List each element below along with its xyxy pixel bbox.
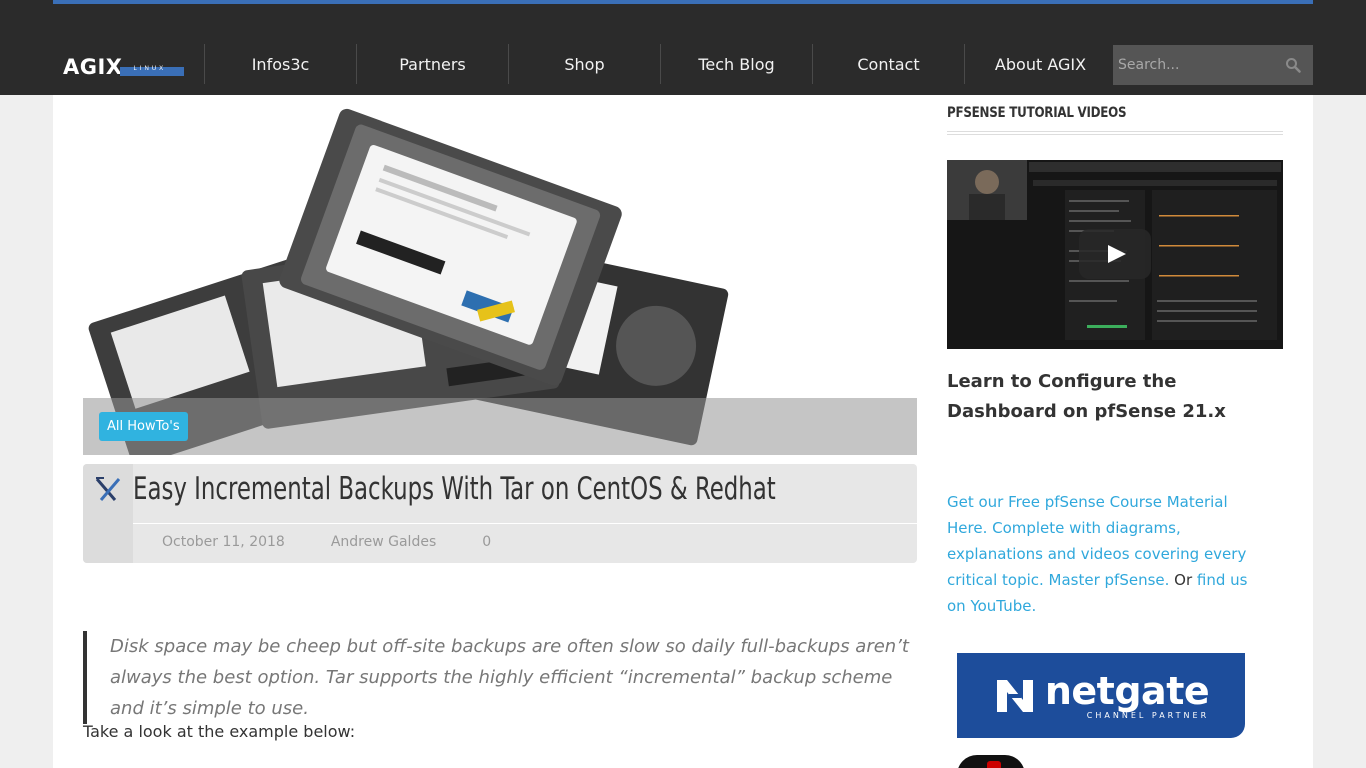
- post-author[interactable]: Andrew Galdes: [331, 534, 436, 550]
- sidebar-heading-rule: [947, 131, 1283, 135]
- search-input[interactable]: [1113, 45, 1273, 85]
- post-meta: October 11, 2018 Andrew Galdes 0: [162, 534, 491, 550]
- redhat-logo-icon[interactable]: [957, 755, 1025, 768]
- netgate-logo: netgate CHANNEL PARTNER: [993, 668, 1210, 720]
- nav-item-tech-blog[interactable]: Tech Blog: [660, 44, 812, 84]
- nav-item-infos3c[interactable]: Infos3c: [204, 44, 356, 84]
- post-title: Easy Incremental Backups With Tar on Cen…: [133, 471, 776, 507]
- featured-image: All HowTo's: [83, 95, 917, 455]
- video-embed[interactable]: [947, 160, 1283, 349]
- logo-text: AGIX: [63, 55, 123, 79]
- image-caption-band: All HowTo's: [83, 398, 917, 455]
- post-format-icon: [95, 477, 121, 501]
- header-accent-line: [53, 0, 1313, 4]
- site-header: AGIX LINUX Infos3c Partners Shop Tech Bl…: [0, 0, 1366, 95]
- article-body-intro: Take a look at the example below:: [83, 722, 356, 741]
- nav-item-about-agix[interactable]: About AGIX: [964, 44, 1116, 84]
- site-logo[interactable]: AGIX LINUX: [63, 55, 184, 79]
- post-date[interactable]: October 11, 2018: [162, 534, 285, 550]
- nav-item-partners[interactable]: Partners: [356, 44, 508, 84]
- post-header: Easy Incremental Backups With Tar on Cen…: [83, 464, 917, 563]
- logo-sub-text: LINUX: [133, 65, 167, 72]
- nav-item-shop[interactable]: Shop: [508, 44, 660, 84]
- video-play-button[interactable]: [1079, 229, 1151, 279]
- title-divider: [133, 523, 917, 524]
- video-title: Learn to Configure the Dashboard on pfSe…: [947, 371, 1226, 422]
- search-icon[interactable]: [1285, 57, 1301, 73]
- sidebar-course-text: Get our Free pfSense Course Material Her…: [947, 489, 1267, 619]
- or-connector: Or: [1169, 571, 1197, 589]
- article-quote: Disk space may be cheep but off-site bac…: [83, 631, 917, 724]
- nav-item-contact[interactable]: Contact: [812, 44, 964, 84]
- post-comments-count[interactable]: 0: [482, 534, 491, 550]
- netgate-wordmark: netgate: [1044, 668, 1210, 713]
- search-box: [1113, 45, 1313, 85]
- main-nav: Infos3c Partners Shop Tech Blog Contact …: [204, 44, 1116, 84]
- logo-bar: LINUX: [119, 65, 184, 76]
- sidebar-heading: pfSense Tutorial Videos: [947, 105, 1127, 121]
- category-badge[interactable]: All HowTo's: [99, 412, 188, 441]
- page-content: All HowTo's Easy Incremental Backups Wit…: [53, 95, 1313, 768]
- netgate-partner-banner[interactable]: netgate CHANNEL PARTNER: [957, 653, 1245, 738]
- netgate-mark-icon: [996, 679, 1033, 712]
